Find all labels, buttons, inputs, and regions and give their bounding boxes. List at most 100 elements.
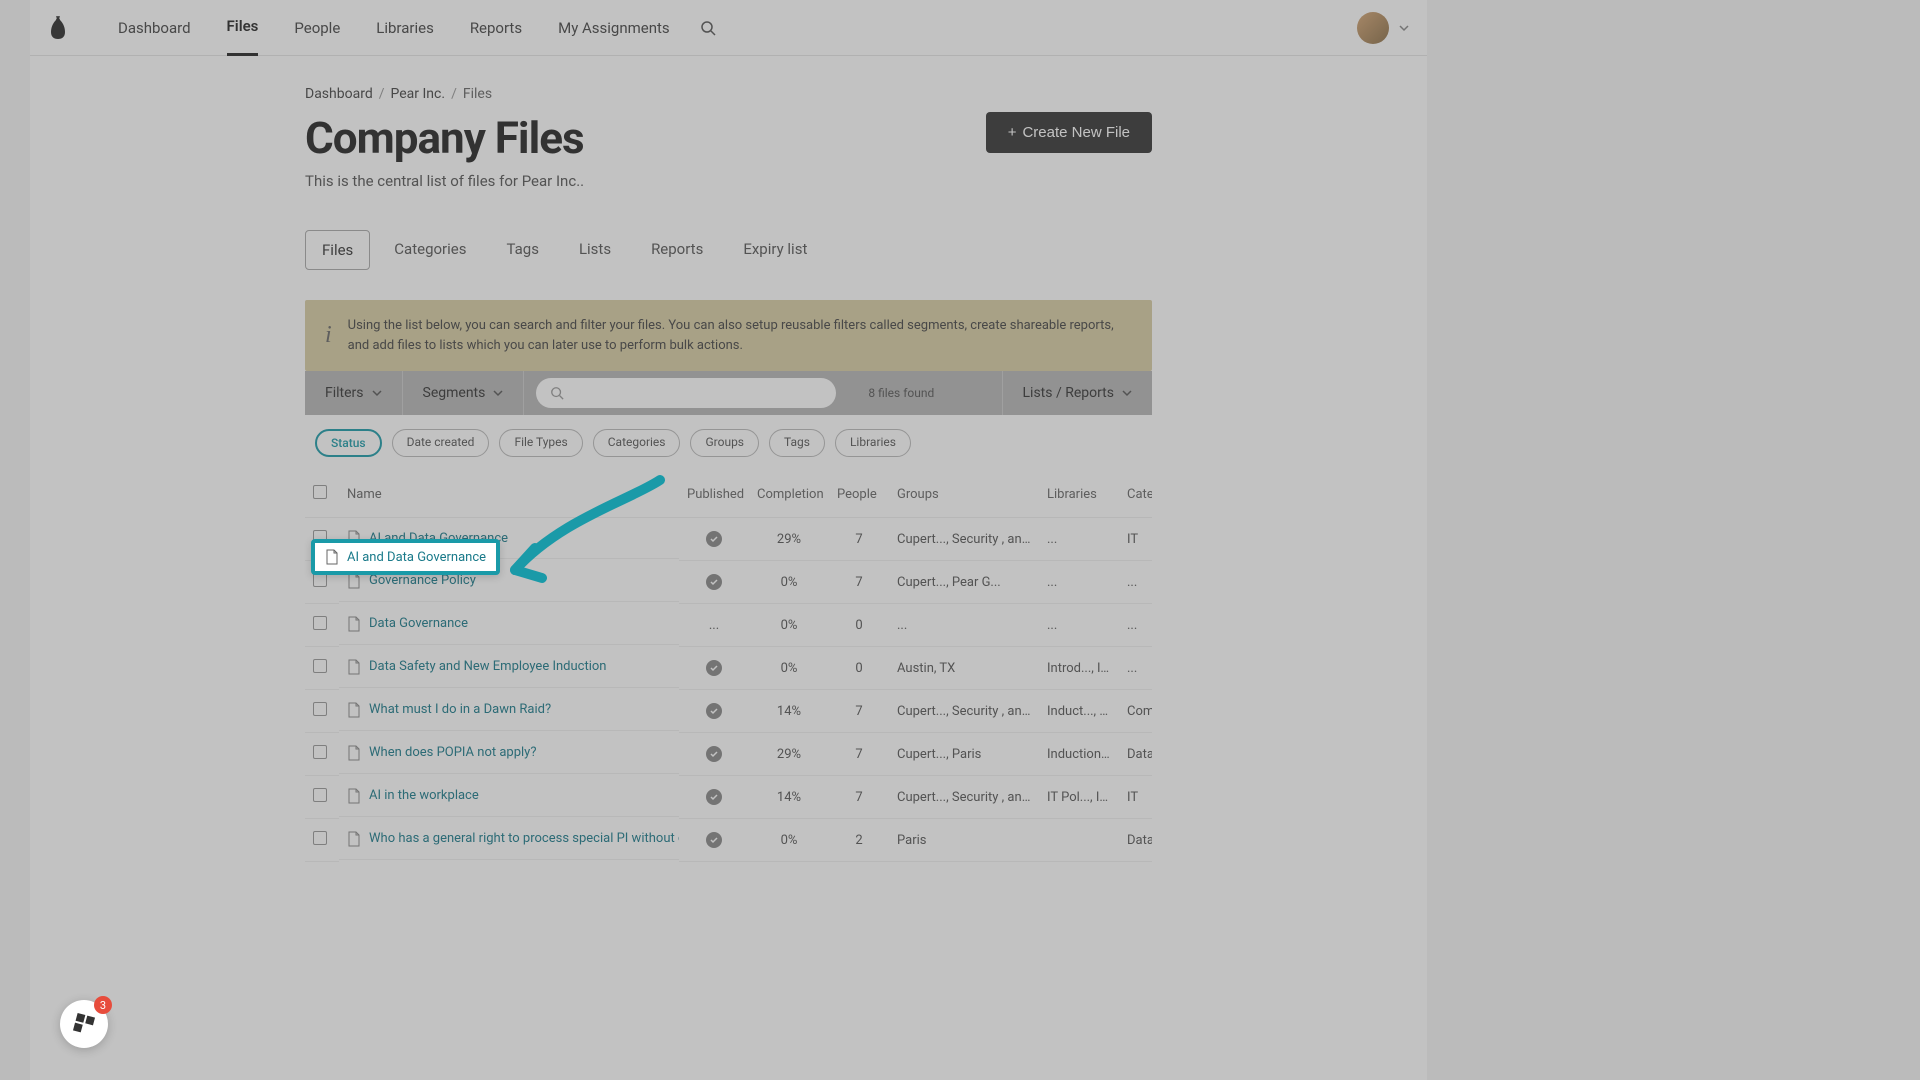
search-box[interactable] [536, 378, 836, 408]
libraries-cell: Induct..., IT - I... [1039, 690, 1119, 733]
published-cell [679, 733, 749, 776]
breadcrumb-item[interactable]: Pear Inc. [391, 86, 446, 102]
nav-item-my-assignments[interactable]: My Assignments [558, 1, 670, 55]
nav-item-people[interactable]: People [294, 1, 340, 55]
breadcrumb-item[interactable]: Dashboard [305, 86, 373, 102]
chevron-down-icon [372, 388, 382, 398]
chip-tags[interactable]: Tags [769, 429, 825, 457]
nav-item-libraries[interactable]: Libraries [376, 1, 434, 55]
column-header: Categories [1119, 471, 1152, 518]
search-icon [550, 386, 564, 400]
subtab-tags[interactable]: Tags [490, 230, 554, 270]
search-input[interactable] [564, 386, 822, 401]
breadcrumb-item: Files [463, 86, 492, 102]
row-checkbox[interactable] [313, 745, 327, 759]
published-cell [679, 518, 749, 561]
file-icon [347, 831, 361, 847]
column-header: Published [679, 471, 749, 518]
published-badge-icon [706, 660, 722, 676]
people-cell: 2 [829, 819, 889, 862]
column-header: Completion [749, 471, 829, 518]
help-widget[interactable]: 3 [60, 1000, 108, 1048]
chevron-down-icon[interactable] [1399, 23, 1409, 33]
chip-status[interactable]: Status [315, 429, 382, 457]
subtab-reports[interactable]: Reports [635, 230, 719, 270]
libraries-cell: Introd..., IT - I... [1039, 647, 1119, 690]
groups-cell: Cupert..., Security , and 2 more [889, 518, 1039, 561]
file-icon [347, 788, 361, 804]
file-icon [347, 745, 361, 761]
nav-item-reports[interactable]: Reports [470, 1, 522, 55]
create-new-file-button[interactable]: + Create New File [986, 112, 1152, 153]
groups-cell: ... [889, 604, 1039, 647]
chip-file-types[interactable]: File Types [499, 429, 582, 457]
file-link[interactable]: Governance Policy [369, 573, 476, 588]
row-checkbox[interactable] [313, 659, 327, 673]
nav-item-dashboard[interactable]: Dashboard [118, 1, 191, 55]
published-badge-icon [706, 832, 722, 848]
row-checkbox[interactable] [313, 573, 327, 587]
select-all-checkbox[interactable] [313, 485, 327, 499]
breadcrumb: Dashboard/Pear Inc./Files [305, 86, 1152, 102]
lists-reports-label: Lists / Reports [1023, 385, 1115, 401]
row-checkbox[interactable] [313, 616, 327, 630]
segments-label: Segments [423, 385, 486, 401]
filters-label: Filters [325, 385, 364, 401]
segments-button[interactable]: Segments [403, 371, 525, 415]
highlighted-file[interactable]: AI and Data Governance [311, 539, 500, 575]
highlighted-file-link[interactable]: AI and Data Governance [347, 550, 486, 565]
categories-cell: ... [1119, 604, 1152, 647]
file-icon [347, 659, 361, 675]
file-link[interactable]: Data Safety and New Employee Induction [369, 659, 606, 674]
row-checkbox[interactable] [313, 788, 327, 802]
row-checkbox[interactable] [313, 702, 327, 716]
file-link[interactable]: What must I do in a Dawn Raid? [369, 702, 551, 717]
completion-cell: 29% [749, 733, 829, 776]
pointer-arrow-icon [480, 470, 680, 600]
table-row: Data Governance...0%0.........0 [305, 604, 1152, 647]
info-banner: i Using the list below, you can search a… [305, 300, 1152, 371]
pear-logo-icon [48, 16, 68, 40]
subtab-expiry-list[interactable]: Expiry list [727, 230, 823, 270]
file-name-cell: What must I do in a Dawn Raid? [339, 690, 679, 731]
files-found-text: 8 files found [848, 386, 954, 400]
row-checkbox[interactable] [313, 831, 327, 845]
groups-cell: Cupert..., Security , and 1 more [889, 776, 1039, 819]
libraries-cell: IT Pol..., Intro... [1039, 776, 1119, 819]
files-table: NamePublishedCompletionPeopleGroupsLibra… [305, 471, 1152, 862]
filter-toolbar: Filters Segments 8 files found Lists / R… [305, 371, 1152, 415]
subtabs: FilesCategoriesTagsListsReportsExpiry li… [305, 230, 1152, 270]
top-nav: Dashboard Files People Libraries Reports My A… [30, 0, 1427, 56]
subtab-categories[interactable]: Categories [378, 230, 482, 270]
chip-categories[interactable]: Categories [593, 429, 681, 457]
chip-libraries[interactable]: Libraries [835, 429, 911, 457]
table-row: AI in the workplace14%7Cupert..., Securi… [305, 776, 1152, 819]
people-cell: 7 [829, 776, 889, 819]
page-title: Company Files [305, 112, 584, 164]
file-link[interactable]: When does POPIA not apply? [369, 745, 536, 760]
plus-icon: + [1008, 124, 1017, 141]
people-cell: 7 [829, 561, 889, 604]
libraries-cell: ... [1039, 604, 1119, 647]
lists-reports-button[interactable]: Lists / Reports [1002, 371, 1153, 415]
published-cell [679, 690, 749, 733]
groups-cell: Cupert..., Pear G... [889, 561, 1039, 604]
file-link[interactable]: Data Governance [369, 616, 468, 631]
file-icon [347, 616, 361, 632]
file-link[interactable]: AI in the workplace [369, 788, 479, 803]
filters-button[interactable]: Filters [305, 371, 403, 415]
chip-groups[interactable]: Groups [690, 429, 759, 457]
subtab-lists[interactable]: Lists [563, 230, 627, 270]
categories-cell: IT [1119, 776, 1152, 819]
groups-cell: Cupert..., Paris [889, 733, 1039, 776]
table-row: What must I do in a Dawn Raid?14%7Cupert… [305, 690, 1152, 733]
subtab-files[interactable]: Files [305, 230, 370, 270]
people-cell: 0 [829, 647, 889, 690]
categories-cell: Competi... [1119, 690, 1152, 733]
user-avatar[interactable] [1357, 12, 1389, 44]
file-link[interactable]: Who has a general right to process speci… [369, 831, 679, 846]
chip-date-created[interactable]: Date created [392, 429, 490, 457]
published-badge-icon [706, 746, 722, 762]
search-icon[interactable] [700, 20, 716, 36]
nav-item-files[interactable]: Files [227, 0, 259, 56]
